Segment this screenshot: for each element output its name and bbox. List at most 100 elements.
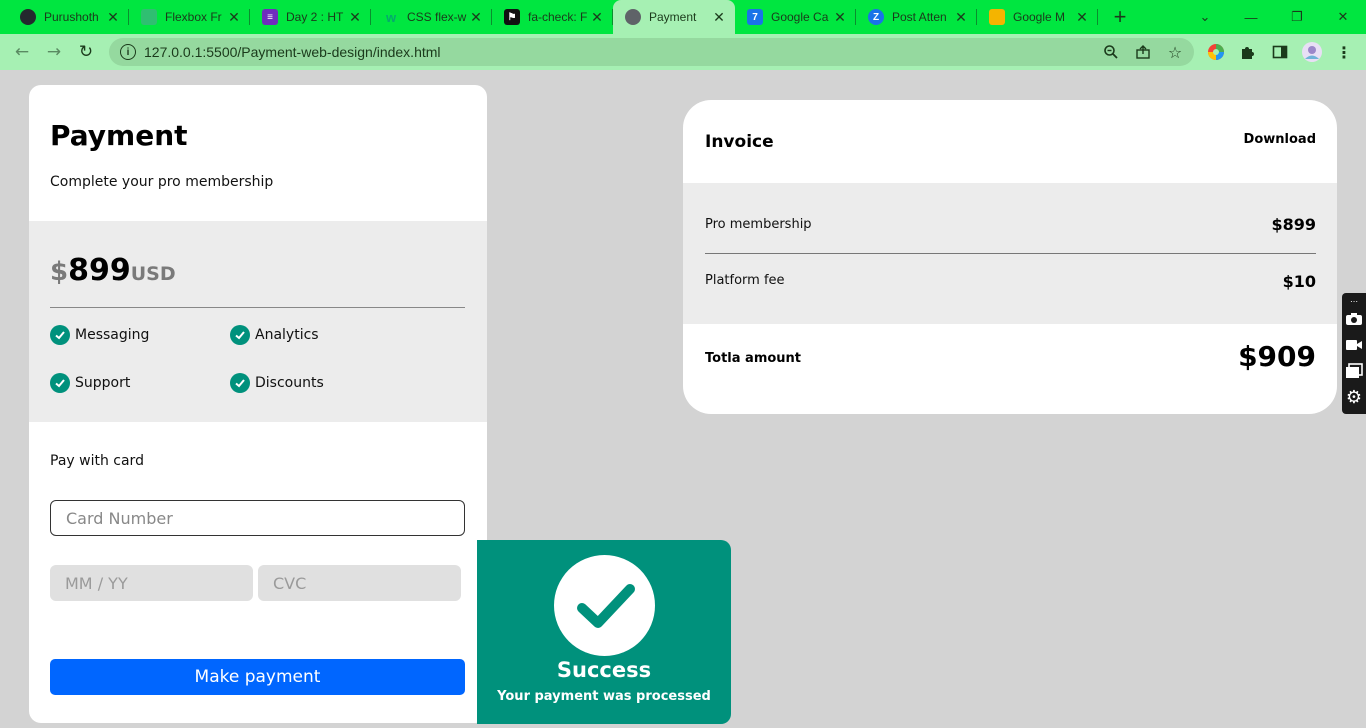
reload-icon[interactable]: ↻: [74, 40, 98, 64]
close-tab-icon[interactable]: ✕: [953, 9, 969, 26]
tab-post-attendance[interactable]: Z Post Atten ✕: [856, 0, 977, 34]
total-label: Totla amount: [705, 351, 802, 366]
tab-label: CSS flex-w: [407, 10, 467, 24]
tab-flexbox[interactable]: Flexbox Fr ✕: [129, 0, 250, 34]
w3-icon: w: [385, 9, 397, 25]
tab-label: Payment: [649, 10, 697, 24]
download-link[interactable]: Download: [1244, 132, 1316, 147]
new-tab-button[interactable]: +: [1108, 4, 1132, 29]
price: $ 899 USD: [50, 253, 176, 288]
tab-label: Purushoth: [44, 10, 99, 24]
invoice-card: Invoice Download Pro membership $899 Pla…: [683, 100, 1337, 414]
browser-tab-bar: Purushoth ✕ Flexbox Fr ✕ ≡ Day 2 : HT ✕ …: [0, 0, 1366, 34]
video-camera-icon[interactable]: [1344, 335, 1364, 355]
close-window-button[interactable]: ✕: [1320, 0, 1366, 34]
tab-label: Google M: [1013, 10, 1066, 24]
tab-payment[interactable]: Payment ✕: [613, 0, 735, 34]
site-info-icon[interactable]: i: [120, 44, 136, 60]
feature-label: Support: [75, 375, 131, 391]
expiry-input[interactable]: [50, 565, 253, 601]
close-tab-icon[interactable]: ✕: [468, 9, 484, 26]
frog-icon: [141, 9, 157, 25]
window-capture-icon[interactable]: [1344, 361, 1364, 381]
cvc-input[interactable]: [258, 565, 461, 601]
screen-capture-widget: ⋯ ⚙: [1342, 293, 1366, 414]
tab-label: Post Atten: [892, 10, 947, 24]
check-circle-icon: [230, 373, 250, 393]
gear-icon[interactable]: ⚙: [1344, 387, 1364, 408]
tab-css-flex-wrap[interactable]: w CSS flex-w ✕: [371, 0, 492, 34]
zoom-icon[interactable]: [1101, 42, 1121, 62]
tab-divider: [1097, 9, 1098, 25]
success-panel: Success Your payment was processed: [477, 540, 731, 724]
feature-label: Analytics: [255, 327, 319, 343]
drive-icon: [989, 9, 1005, 25]
success-message: Your payment was processed: [497, 689, 711, 704]
invoice-item-label: Pro membership: [705, 217, 812, 232]
back-icon[interactable]: ←: [10, 40, 34, 64]
pay-with-card-label: Pay with card: [50, 453, 144, 469]
color-wheel-extension-icon[interactable]: [1206, 42, 1226, 62]
restore-button[interactable]: ❐: [1274, 0, 1320, 34]
share-icon[interactable]: [1133, 42, 1153, 62]
browser-toolbar: ← → ↻ i 127.0.0.1:5500/Payment-web-desig…: [0, 34, 1366, 70]
tab-label: Google Ca: [771, 10, 829, 24]
url-text: 127.0.0.1:5500/Payment-web-design/index.…: [144, 44, 441, 60]
tab-search-icon[interactable]: ⌄: [1182, 0, 1228, 34]
plan-summary: $ 899 USD Messaging Analytics Support Di…: [29, 221, 487, 422]
tab-fa-check[interactable]: ⚑ fa-check: F ✕: [492, 0, 613, 34]
calendar-icon: 7: [747, 9, 763, 25]
feature-item: Analytics: [230, 325, 319, 345]
widget-menu-icon[interactable]: ⋯: [1344, 295, 1364, 307]
card-number-input[interactable]: [50, 500, 465, 536]
close-tab-icon[interactable]: ✕: [1074, 9, 1090, 26]
feature-item: Discounts: [230, 373, 324, 393]
close-tab-icon[interactable]: ✕: [589, 9, 605, 26]
tab-day2[interactable]: ≡ Day 2 : HT ✕: [250, 0, 371, 34]
make-payment-button[interactable]: Make payment: [50, 659, 465, 695]
extensions-puzzle-icon[interactable]: [1238, 42, 1258, 62]
divider: [705, 253, 1316, 254]
invoice-title: Invoice: [705, 132, 774, 152]
tab-label: Day 2 : HT: [286, 10, 344, 24]
close-tab-icon[interactable]: ✕: [711, 9, 727, 26]
invoice-items: Pro membership $899 Platform fee $10: [683, 183, 1337, 324]
feature-label: Discounts: [255, 375, 324, 391]
github-icon: [20, 9, 36, 25]
price-amount: 899: [68, 253, 131, 288]
flag-icon: ⚑: [504, 9, 520, 25]
feature-item: Support: [50, 373, 130, 393]
feature-label: Messaging: [75, 327, 150, 343]
list-icon: ≡: [262, 9, 278, 25]
minimize-button[interactable]: —: [1228, 0, 1274, 34]
menu-kebab-icon[interactable]: ⋮: [1334, 42, 1354, 62]
camera-icon[interactable]: [1344, 309, 1364, 329]
tab-google-meet[interactable]: Google M ✕: [977, 0, 1098, 34]
forward-icon[interactable]: →: [42, 40, 66, 64]
tab-google-calendar[interactable]: 7 Google Ca ✕: [735, 0, 856, 34]
profile-avatar-icon[interactable]: [1302, 42, 1322, 62]
check-circle-icon: [50, 325, 70, 345]
invoice-item-value: $10: [1282, 272, 1316, 291]
success-title: Success: [556, 658, 652, 682]
close-tab-icon[interactable]: ✕: [832, 9, 848, 26]
globe-icon: [625, 9, 641, 25]
invoice-item-label: Platform fee: [705, 273, 785, 288]
payment-subtitle: Complete your pro membership: [50, 174, 274, 190]
tab-label: fa-check: F: [528, 10, 588, 24]
total-value: $909: [1238, 340, 1316, 373]
payment-card: Payment Complete your pro membership $ 8…: [29, 85, 487, 723]
close-tab-icon[interactable]: ✕: [226, 9, 242, 26]
side-panel-icon[interactable]: [1270, 42, 1290, 62]
address-bar[interactable]: i 127.0.0.1:5500/Payment-web-design/inde…: [109, 38, 1194, 66]
check-circle-icon: [50, 373, 70, 393]
close-tab-icon[interactable]: ✕: [105, 9, 121, 26]
bookmark-star-icon[interactable]: ☆: [1165, 42, 1185, 62]
feature-item: Messaging: [50, 325, 149, 345]
price-unit: USD: [130, 263, 176, 285]
close-tab-icon[interactable]: ✕: [347, 9, 363, 26]
page-title: Payment: [50, 119, 188, 152]
success-check-icon: [554, 555, 655, 656]
tab-github[interactable]: Purushoth ✕: [8, 0, 129, 34]
invoice-item-value: $899: [1271, 215, 1316, 234]
